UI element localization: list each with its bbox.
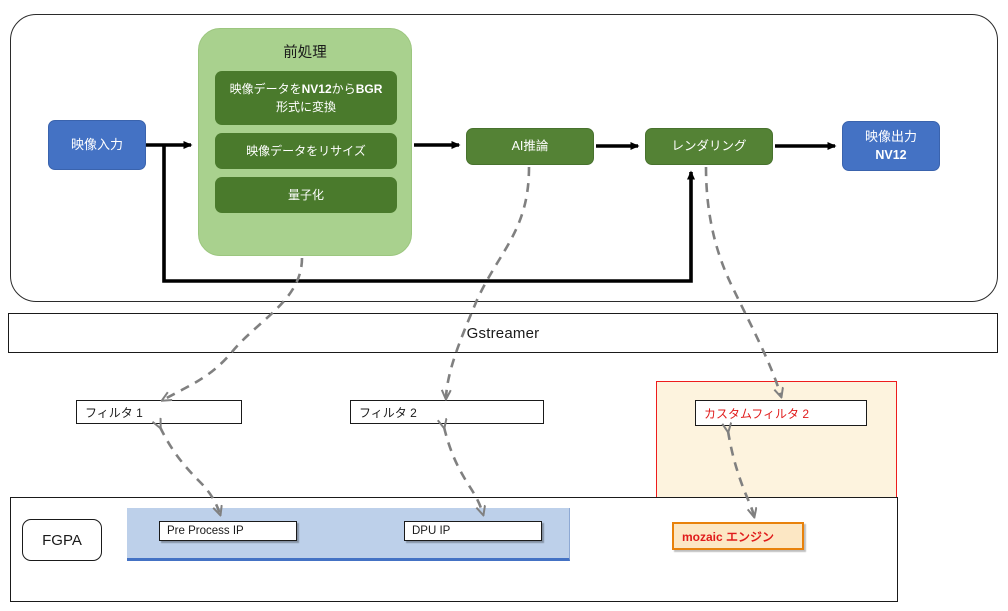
node-video-input[interactable]: 映像入力 [48,120,146,170]
mozaic-engine-label: mozaic エンジン [682,529,775,544]
preprocess-step-convert[interactable]: 映像データをNV12からBGR 形式に変換 [215,71,397,125]
node-video-output-label-2: NV12 [875,148,907,163]
node-ai-inference[interactable]: AI推論 [466,128,594,165]
filter-box-2[interactable]: フィルタ 2 [350,400,544,424]
ip-block-pre-process[interactable]: Pre Process IP [159,521,297,541]
ip-block-pre-process-label: Pre Process IP [167,525,244,537]
preprocess-step-quantize-label: 量子化 [287,188,324,202]
preprocess-group: 前処理 映像データをNV12からBGR 形式に変換 映像データをリサイズ 量子化 [198,28,412,256]
preprocess-step-convert-label: 映像データをNV12からBGR 形式に変換 [229,82,383,114]
fpga-badge-label: FGPA [42,531,82,549]
gstreamer-label: Gstreamer [466,324,540,342]
preprocess-step-quantize[interactable]: 量子化 [215,177,397,213]
node-video-output[interactable]: 映像出力 NV12 [842,121,940,171]
node-video-output-label-1: 映像出力 [864,128,917,144]
filter-box-custom-2[interactable]: カスタムフィルタ 2 [695,400,867,426]
filter-box-2-label: フィルタ 2 [359,405,417,420]
ip-block-dpu-label: DPU IP [412,525,451,537]
node-video-input-label: 映像入力 [70,136,123,152]
filter-box-1-label: フィルタ 1 [85,405,143,420]
ip-block-dpu[interactable]: DPU IP [404,521,542,541]
preprocess-title: 前処理 [283,45,327,61]
node-ai-inference-label: AI推論 [511,138,549,153]
preprocess-step-resize[interactable]: 映像データをリサイズ [215,133,397,169]
filter-box-1[interactable]: フィルタ 1 [76,400,242,424]
mozaic-engine-block[interactable]: mozaic エンジン [672,522,804,550]
node-rendering-label: レンダリング [671,138,747,153]
diagram-canvas: 映像入力 前処理 映像データをNV12からBGR 形式に変換 映像データをリサイズ… [0,0,1008,611]
preprocess-step-resize-label: 映像データをリサイズ [246,144,366,158]
gstreamer-band: Gstreamer [8,313,998,353]
fpga-badge: FGPA [22,519,102,561]
node-rendering[interactable]: レンダリング [645,128,773,165]
filter-box-custom-2-label: カスタムフィルタ 2 [704,406,810,421]
